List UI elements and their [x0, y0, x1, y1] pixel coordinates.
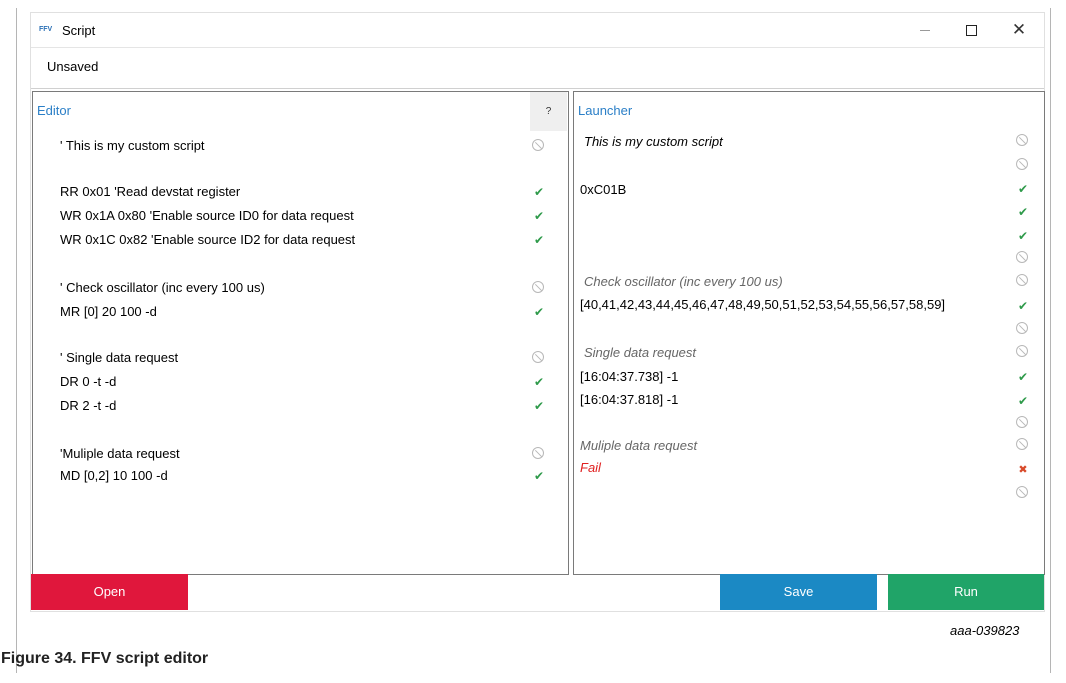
help-button[interactable]: ? [530, 92, 567, 131]
editor-line[interactable]: WR 0x1A 0x80 'Enable source ID0 for data… [60, 208, 354, 223]
launcher-line: [40,41,42,43,44,45,46,47,48,49,50,51,52,… [580, 297, 946, 312]
skip-icon [1016, 416, 1028, 428]
minimize-icon [920, 30, 930, 31]
skip-icon [1016, 322, 1028, 334]
editor-title: Editor [37, 103, 71, 118]
check-icon: ✔ [1017, 370, 1029, 384]
save-button[interactable]: Save [720, 574, 877, 610]
editor-line[interactable]: DR 0 -t -d [60, 374, 116, 389]
check-icon: ✔ [533, 399, 545, 413]
check-icon: ✔ [533, 469, 545, 483]
figure-caption: Figure 34. FFV script editor [1, 650, 209, 667]
skip-icon [1016, 158, 1028, 170]
script-window: FFV Script ✕ Unsaved Editor ? ' This is … [31, 13, 1045, 611]
skip-icon [532, 351, 544, 363]
check-icon: ✔ [533, 305, 545, 319]
status-bar: Unsaved [31, 47, 1044, 89]
editor-line[interactable]: RR 0x01 'Read devstat register [60, 184, 240, 199]
save-status: Unsaved [47, 59, 99, 74]
open-button[interactable]: Open [31, 574, 188, 610]
skip-icon [1016, 345, 1028, 357]
skip-icon [1016, 134, 1028, 146]
launcher-line: [16:04:37.738] -1 [580, 369, 679, 384]
skip-icon [1016, 251, 1028, 263]
check-icon: ✔ [1017, 394, 1029, 408]
launcher-panel: Launcher This is my custom script 0xC01B… [573, 91, 1045, 575]
figure-id: aaa-039823 [950, 623, 1020, 638]
launcher-line: Check oscillator (inc every 100 us) [584, 274, 783, 289]
action-bar: Open Save Run [31, 574, 1044, 610]
launcher-line: Single data request [584, 345, 697, 360]
check-icon: ✔ [533, 185, 545, 199]
close-icon: ✕ [1011, 20, 1027, 39]
skip-icon [1016, 274, 1028, 286]
app-logo: FFV [39, 26, 53, 33]
editor-line[interactable]: ' Check oscillator (inc every 100 us) [60, 280, 265, 295]
maximize-button[interactable] [957, 18, 985, 42]
editor-line[interactable]: DR 2 -t -d [60, 398, 116, 413]
check-icon: ✔ [1017, 299, 1029, 313]
skip-icon [532, 139, 544, 151]
launcher-line: 0xC01B [580, 182, 627, 197]
close-button[interactable]: ✕ [1005, 18, 1033, 42]
editor-line[interactable]: MD [0,2] 10 100 -d [60, 468, 168, 483]
skip-icon [1016, 486, 1028, 498]
launcher-title: Launcher [578, 103, 633, 118]
maximize-icon [966, 25, 977, 36]
skip-icon [1016, 438, 1028, 450]
fail-icon: ✖ [1018, 464, 1028, 476]
window-title: Script [62, 23, 96, 38]
check-icon: ✔ [533, 233, 545, 247]
launcher-line: This is my custom script [584, 134, 723, 149]
check-icon: ✔ [1017, 182, 1029, 196]
editor-line[interactable]: ' This is my custom script [60, 138, 205, 153]
title-bar: FFV Script ✕ [31, 13, 1044, 47]
launcher-line-fail: Fail [580, 460, 601, 475]
skip-icon [532, 281, 544, 293]
skip-icon [532, 447, 544, 459]
check-icon: ✔ [1017, 205, 1029, 219]
editor-line[interactable]: 'Muliple data request [60, 446, 180, 461]
launcher-line: [16:04:37.818] -1 [580, 392, 679, 407]
editor-panel[interactable]: Editor ? ' This is my custom script RR 0… [32, 91, 569, 575]
run-button[interactable]: Run [888, 574, 1044, 610]
check-icon: ✔ [533, 375, 545, 389]
launcher-line: Muliple data request [580, 438, 698, 453]
minimize-button[interactable] [911, 18, 939, 42]
check-icon: ✔ [1017, 229, 1029, 243]
editor-line[interactable]: MR [0] 20 100 -d [60, 304, 157, 319]
editor-line[interactable]: WR 0x1C 0x82 'Enable source ID2 for data… [60, 232, 355, 247]
editor-line[interactable]: ' Single data request [60, 350, 178, 365]
check-icon: ✔ [533, 209, 545, 223]
